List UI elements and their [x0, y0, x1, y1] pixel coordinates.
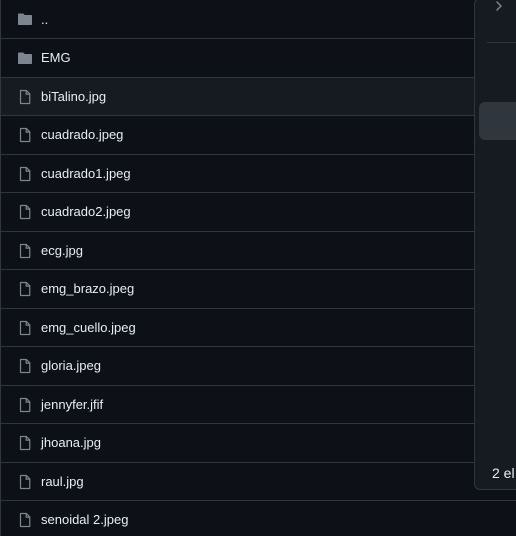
file-icon	[17, 127, 33, 143]
file-row[interactable]: biTalino.jpg	[1, 77, 516, 115]
folder-name-link[interactable]: ..	[41, 12, 48, 27]
selection-count: 2 el	[492, 465, 515, 481]
file-name-link[interactable]: cuadrado1.jpeg	[41, 166, 131, 181]
panel-divider	[487, 42, 516, 43]
file-name-link[interactable]: biTalino.jpg	[41, 89, 106, 104]
file-icon	[17, 320, 33, 336]
file-row[interactable]: senoidal 2.jpeg	[1, 500, 516, 536]
file-browser: .. EMG biTalino.jpg cuadrado.jpeg cuadrado1.…	[0, 0, 516, 536]
folder-row[interactable]: ..	[1, 0, 516, 38]
file-name-link[interactable]: jhoana.jpg	[41, 435, 101, 450]
file-row[interactable]: cuadrado2.jpeg	[1, 192, 516, 230]
file-row[interactable]: emg_brazo.jpeg	[1, 269, 516, 307]
file-row[interactable]: cuadrado1.jpeg	[1, 154, 516, 192]
file-row[interactable]: jennyfer.jfif	[1, 385, 516, 423]
file-name-link[interactable]: emg_brazo.jpeg	[41, 281, 134, 296]
file-list: .. EMG biTalino.jpg cuadrado.jpeg cuadrado1.…	[0, 0, 516, 536]
file-icon	[17, 474, 33, 490]
file-icon	[17, 243, 33, 259]
file-name-link[interactable]: raul.jpg	[41, 474, 84, 489]
file-row[interactable]: jhoana.jpg	[1, 423, 516, 461]
panel-selected-item[interactable]	[479, 102, 516, 140]
file-row[interactable]: gloria.jpeg	[1, 346, 516, 384]
folder-row[interactable]: EMG	[1, 38, 516, 76]
folder-icon	[17, 11, 33, 27]
file-icon	[17, 512, 33, 528]
file-name-link[interactable]: gloria.jpeg	[41, 358, 101, 373]
file-row[interactable]: emg_cuello.jpeg	[1, 308, 516, 346]
file-name-link[interactable]: emg_cuello.jpeg	[41, 320, 136, 335]
file-name-link[interactable]: cuadrado2.jpeg	[41, 204, 131, 219]
file-icon	[17, 358, 33, 374]
folder-name-link[interactable]: EMG	[41, 50, 71, 65]
side-panel: 2 el	[474, 0, 516, 490]
file-name-link[interactable]: ecg.jpg	[41, 243, 83, 258]
file-row[interactable]: raul.jpg	[1, 462, 516, 500]
file-name-link[interactable]: senoidal 2.jpeg	[41, 512, 128, 527]
file-name-link[interactable]: cuadrado.jpeg	[41, 127, 123, 142]
file-icon	[17, 204, 33, 220]
file-icon	[17, 166, 33, 182]
file-icon	[17, 397, 33, 413]
file-icon	[17, 89, 33, 105]
file-icon	[17, 435, 33, 451]
file-row[interactable]: ecg.jpg	[1, 231, 516, 269]
file-row[interactable]: cuadrado.jpeg	[1, 115, 516, 153]
file-name-link[interactable]: jennyfer.jfif	[41, 397, 103, 412]
chevron-right-icon[interactable]	[493, 0, 505, 11]
folder-icon	[17, 50, 33, 66]
file-icon	[17, 281, 33, 297]
